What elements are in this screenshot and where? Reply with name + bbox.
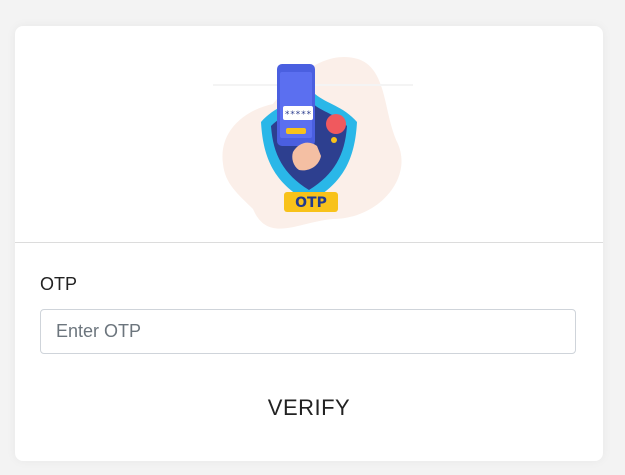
page: ***** OTP OTP VERIFY (0, 0, 625, 475)
verify-button[interactable]: VERIFY (209, 386, 409, 430)
otp-card: ***** OTP OTP VERIFY (15, 26, 603, 461)
illustration-area: ***** OTP (15, 26, 603, 243)
notification-dot-icon (326, 114, 346, 134)
phone-button-shape (286, 128, 306, 134)
small-dot (331, 137, 337, 143)
otp-input[interactable] (40, 309, 576, 354)
otp-mask-text: ***** (284, 110, 311, 120)
otp-illustration: ***** OTP (213, 57, 413, 229)
otp-field-label: OTP (40, 274, 78, 294)
otp-badge-text: OTP (295, 195, 327, 211)
